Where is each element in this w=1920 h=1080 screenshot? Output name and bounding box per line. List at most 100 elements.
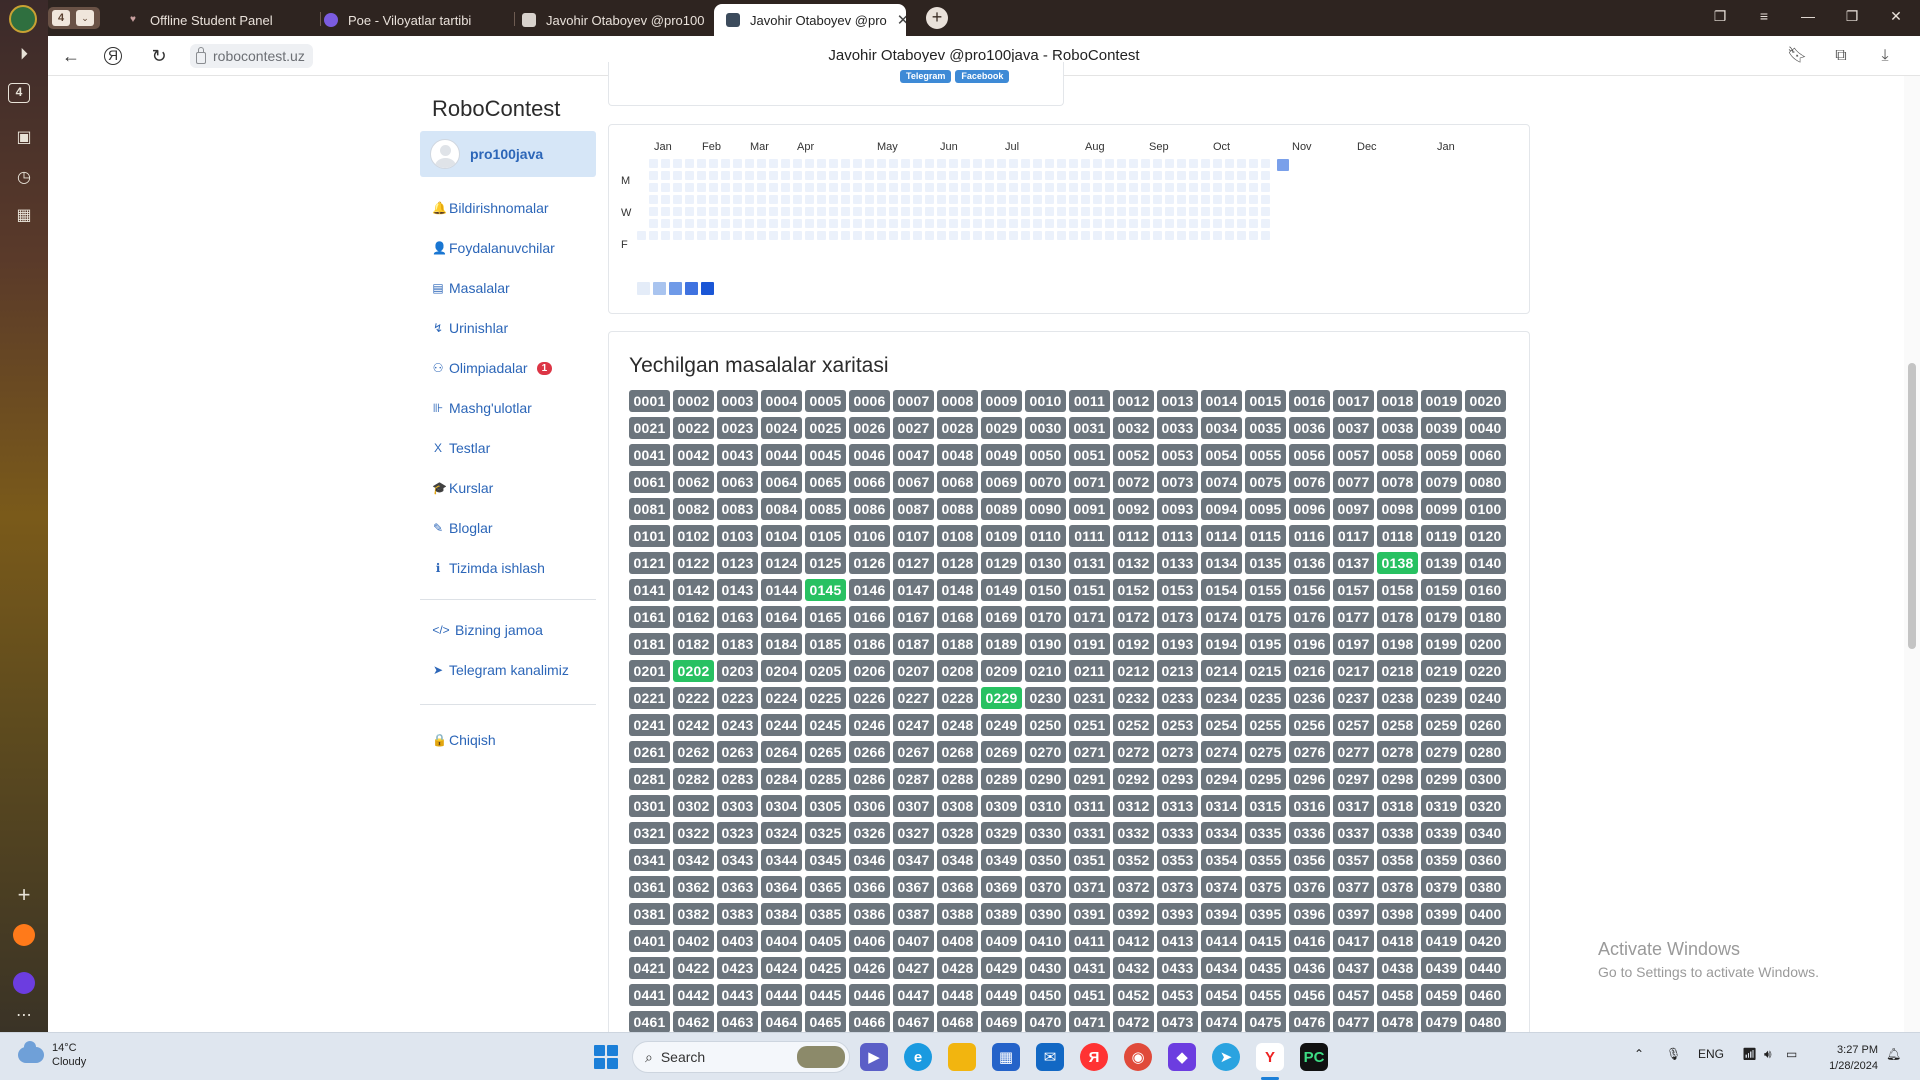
problem-badge[interactable]: 0337 [1333, 822, 1374, 844]
problem-badge[interactable]: 0429 [981, 957, 1022, 979]
problem-badge[interactable]: 0136 [1289, 552, 1330, 574]
problem-badge[interactable]: 0365 [805, 876, 846, 898]
problem-badge[interactable]: 0055 [1245, 444, 1286, 466]
gemini-icon[interactable]: ◆ [1168, 1043, 1196, 1071]
problem-badge[interactable]: 0029 [981, 417, 1022, 439]
edge-icon[interactable]: e [904, 1043, 932, 1071]
problem-badge[interactable]: 0060 [1465, 444, 1506, 466]
volume-icon[interactable]: 🔊︎ [1764, 1047, 1772, 1062]
problem-badge[interactable]: 0380 [1465, 876, 1506, 898]
problem-badge[interactable]: 0434 [1201, 957, 1242, 979]
problem-badge[interactable]: 0011 [1069, 390, 1110, 412]
problem-badge[interactable]: 0037 [1333, 417, 1374, 439]
problem-badge[interactable]: 0056 [1289, 444, 1330, 466]
problem-badge[interactable]: 0383 [717, 903, 758, 925]
maximize-button[interactable]: ❐ [1842, 8, 1862, 25]
problem-badge[interactable]: 0382 [673, 903, 714, 925]
problem-badge[interactable]: 0103 [717, 525, 758, 547]
problem-badge[interactable]: 0165 [805, 606, 846, 628]
screenshot-icon[interactable]: ▣ [9, 122, 39, 152]
problem-badge[interactable]: 0339 [1421, 822, 1462, 844]
problem-badge[interactable]: 0008 [937, 390, 978, 412]
url-field[interactable]: robocontest.uz [190, 44, 313, 68]
problem-badge[interactable]: 0232 [1113, 687, 1154, 709]
problem-badge[interactable]: 0368 [937, 876, 978, 898]
problem-badge[interactable]: 0392 [1113, 903, 1154, 925]
scrollbar-thumb[interactable] [1908, 363, 1916, 649]
problem-badge[interactable]: 0111 [1069, 525, 1110, 547]
problem-badge[interactable]: 0442 [673, 984, 714, 1006]
problem-badge[interactable]: 0208 [937, 660, 978, 682]
problem-badge[interactable]: 0041 [629, 444, 670, 466]
problem-badge[interactable]: 0075 [1245, 471, 1286, 493]
problem-badge[interactable]: 0287 [893, 768, 934, 790]
problem-badge[interactable]: 0353 [1157, 849, 1198, 871]
problem-badge[interactable]: 0155 [1245, 579, 1286, 601]
problem-badge[interactable]: 0191 [1069, 633, 1110, 655]
problem-badge[interactable]: 0411 [1069, 930, 1110, 952]
problem-badge[interactable]: 0321 [629, 822, 670, 844]
yandex-icon[interactable]: Я [104, 47, 122, 65]
problem-badge[interactable]: 0122 [673, 552, 714, 574]
problem-badge[interactable]: 0435 [1245, 957, 1286, 979]
problem-badge[interactable]: 0225 [805, 687, 846, 709]
problem-badge[interactable]: 0043 [717, 444, 758, 466]
problem-badge[interactable]: 0257 [1333, 714, 1374, 736]
problem-badge[interactable]: 0240 [1465, 687, 1506, 709]
history-icon[interactable]: ◷ [9, 162, 39, 192]
problem-badge[interactable]: 0187 [893, 633, 934, 655]
problem-badge[interactable]: 0407 [893, 930, 934, 952]
problem-badge[interactable]: 0054 [1201, 444, 1242, 466]
problem-badge[interactable]: 0219 [1421, 660, 1462, 682]
problem-badge[interactable]: 0250 [1025, 714, 1066, 736]
problem-badge[interactable]: 0244 [761, 714, 802, 736]
problem-badge[interactable]: 0194 [1201, 633, 1242, 655]
problem-badge[interactable]: 0076 [1289, 471, 1330, 493]
problem-badge[interactable]: 0413 [1157, 930, 1198, 952]
problem-badge[interactable]: 0124 [761, 552, 802, 574]
problem-badge[interactable]: 0048 [937, 444, 978, 466]
problem-badge[interactable]: 0053 [1157, 444, 1198, 466]
problem-badge[interactable]: 0372 [1113, 876, 1154, 898]
problem-badge[interactable]: 0032 [1113, 417, 1154, 439]
problem-badge[interactable]: 0153 [1157, 579, 1198, 601]
problem-badge[interactable]: 0012 [1113, 390, 1154, 412]
problem-badge[interactable]: 0309 [981, 795, 1022, 817]
problem-badge[interactable]: 0277 [1333, 741, 1374, 763]
problem-badge[interactable]: 0283 [717, 768, 758, 790]
weather-widget[interactable]: 14°C Cloudy [18, 1041, 86, 1069]
sidebar-item-bizning-jamoa[interactable]: </> Bizning jamoa [432, 610, 592, 650]
problem-badge[interactable]: 0006 [849, 390, 890, 412]
problem-badge[interactable]: 0230 [1025, 687, 1066, 709]
problem-badge[interactable]: 0475 [1245, 1011, 1286, 1033]
problem-badge[interactable]: 0428 [937, 957, 978, 979]
problem-badge[interactable]: 0458 [1377, 984, 1418, 1006]
sidebar-item-urinishlar[interactable]: ↯ Urinishlar [432, 308, 592, 348]
problem-badge[interactable]: 0025 [805, 417, 846, 439]
problem-badge[interactable]: 0478 [1377, 1011, 1418, 1033]
problem-badge[interactable]: 0170 [1025, 606, 1066, 628]
problem-badge[interactable]: 0414 [1201, 930, 1242, 952]
problem-badge[interactable]: 0199 [1421, 633, 1462, 655]
problem-badge[interactable]: 0150 [1025, 579, 1066, 601]
problem-badge[interactable]: 0441 [629, 984, 670, 1006]
profile-avatar-icon[interactable] [9, 5, 37, 33]
problem-badge[interactable]: 0291 [1069, 768, 1110, 790]
problem-badge[interactable]: 0471 [1069, 1011, 1110, 1033]
problem-badge[interactable]: 0083 [717, 498, 758, 520]
problem-badge[interactable]: 0265 [805, 741, 846, 763]
problem-badge[interactable]: 0354 [1201, 849, 1242, 871]
problem-badge[interactable]: 0071 [1069, 471, 1110, 493]
problem-badge[interactable]: 0147 [893, 579, 934, 601]
problem-badge[interactable]: 0373 [1157, 876, 1198, 898]
problem-badge[interactable]: 0278 [1377, 741, 1418, 763]
problem-badge[interactable]: 0234 [1201, 687, 1242, 709]
problem-badge[interactable]: 0021 [629, 417, 670, 439]
problem-badge[interactable]: 0461 [629, 1011, 670, 1033]
problem-badge[interactable]: 0033 [1157, 417, 1198, 439]
problem-badge[interactable]: 0144 [761, 579, 802, 601]
sidebar-item-tizimda-ishlash[interactable]: ℹ Tizimda ishlash [432, 548, 592, 588]
problem-badge[interactable]: 0431 [1069, 957, 1110, 979]
problem-badge[interactable]: 0248 [937, 714, 978, 736]
problem-badge[interactable]: 0399 [1421, 903, 1462, 925]
